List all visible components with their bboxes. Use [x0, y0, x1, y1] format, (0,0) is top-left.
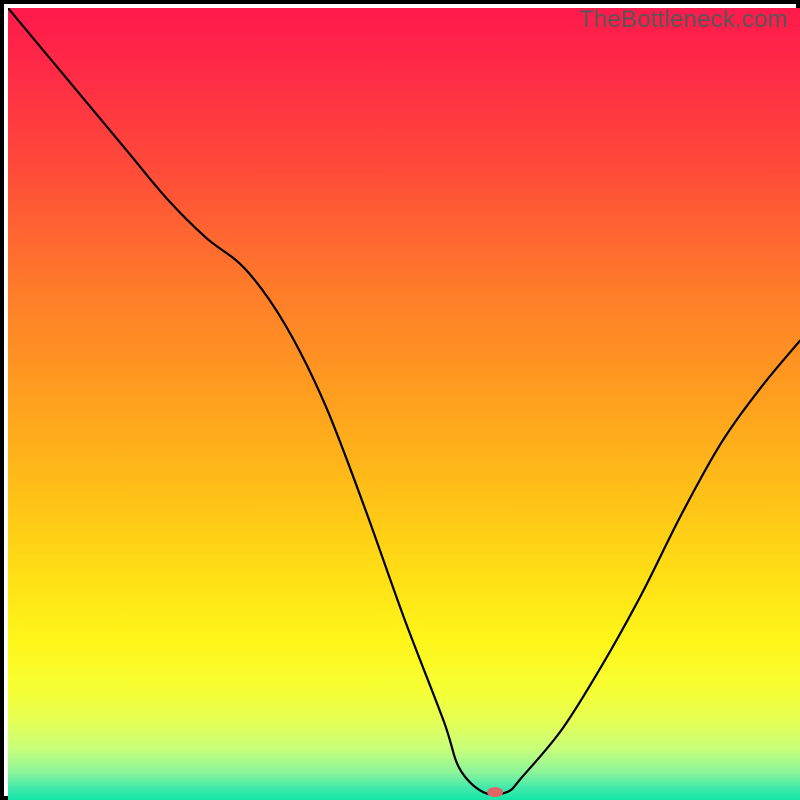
- bottleneck-chart: [8, 8, 800, 800]
- watermark-text: TheBottleneck.com: [579, 6, 788, 34]
- optimal-marker: [487, 787, 503, 797]
- gradient-background: [8, 8, 800, 800]
- chart-frame: TheBottleneck.com: [0, 0, 800, 800]
